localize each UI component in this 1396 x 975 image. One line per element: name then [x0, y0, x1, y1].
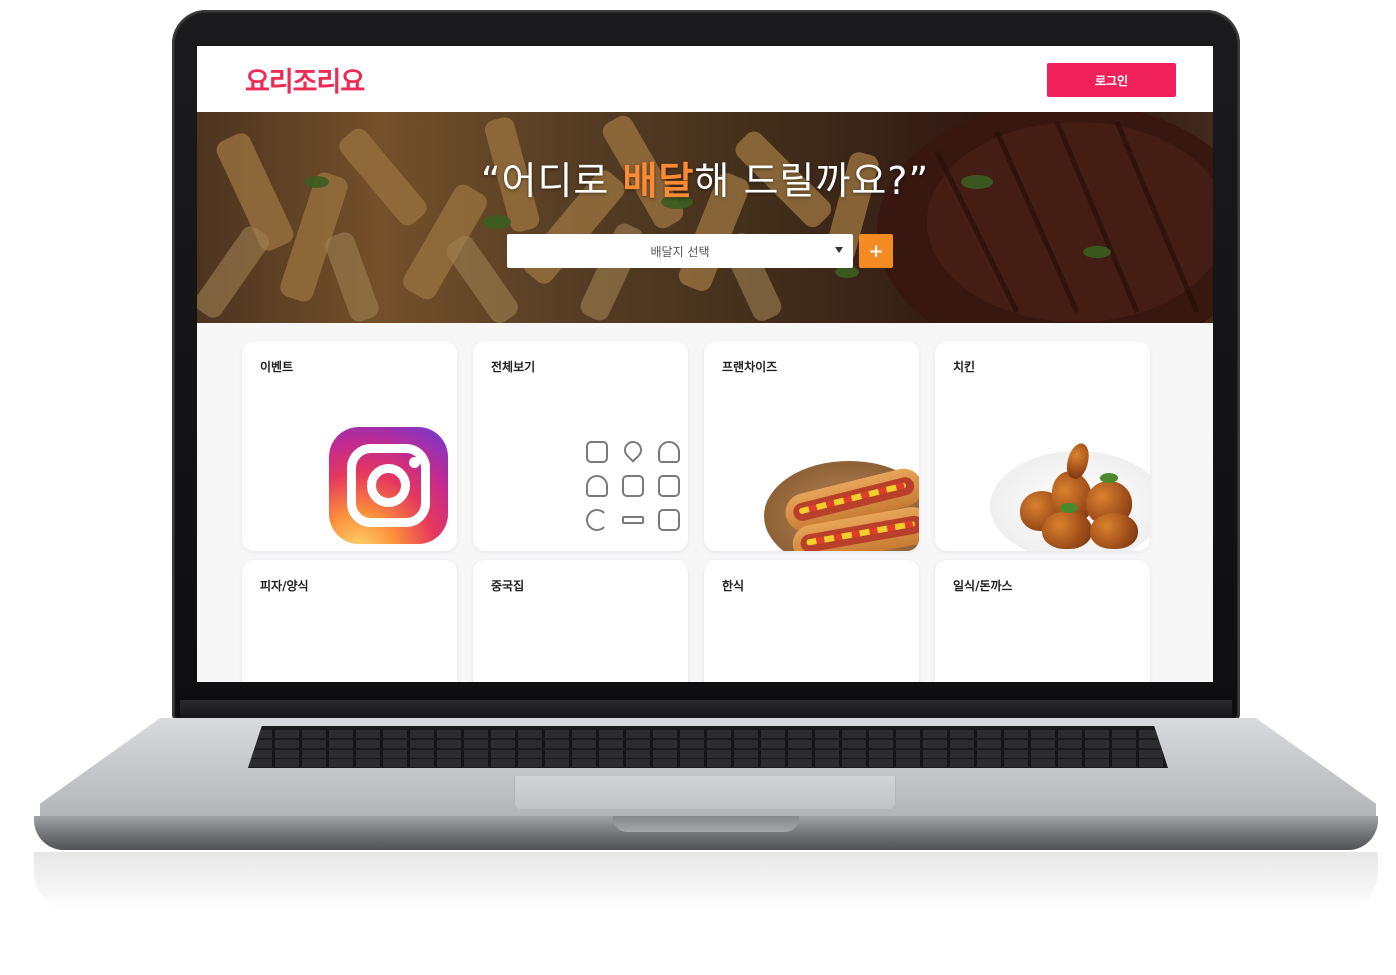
category-card-chicken[interactable]: 치킨	[935, 341, 1150, 551]
laptop-mockup: 요리조리요 로그인 “어디로 배달해 드릴까요?” 배달지 선택 + 이벤트 전…	[0, 0, 1396, 975]
bread-icon	[658, 475, 680, 497]
laptop-screen: 요리조리요 로그인 “어디로 배달해 드릴까요?” 배달지 선택 + 이벤트 전…	[197, 46, 1213, 682]
food-icon-grid	[579, 437, 687, 531]
category-label: 중국집	[491, 579, 525, 593]
laptop-notch	[613, 816, 799, 832]
category-label: 한식	[722, 579, 745, 593]
bowl-icon	[658, 441, 680, 463]
category-card-chinese[interactable]: 중국집	[473, 560, 688, 682]
site-header: 요리조리요 로그인	[197, 46, 1213, 112]
category-label: 피자/양식	[260, 579, 309, 593]
laptop-reflection	[34, 852, 1378, 912]
category-card-pizza[interactable]: 피자/양식	[242, 560, 457, 682]
dumpling-icon	[620, 437, 646, 463]
address-select[interactable]: 배달지 선택	[507, 234, 853, 268]
hero-banner: “어디로 배달해 드릴까요?” 배달지 선택 +	[197, 112, 1213, 323]
burger-icon	[658, 509, 680, 531]
login-button[interactable]: 로그인	[1047, 63, 1176, 97]
lunchbox-icon	[586, 441, 608, 463]
hotdog-image	[764, 461, 919, 551]
category-card-event[interactable]: 이벤트	[242, 341, 457, 551]
rice-icon	[586, 475, 608, 497]
address-select-label: 배달지 선택	[650, 244, 710, 259]
category-label: 일식/돈까스	[953, 579, 1013, 593]
caret-down-icon	[835, 247, 843, 253]
laptop-keyboard	[248, 726, 1168, 768]
category-card-japanese[interactable]: 일식/돈까스	[935, 560, 1150, 682]
address-search-button[interactable]: +	[859, 234, 893, 268]
laptop-trackpad	[514, 776, 896, 810]
category-card-franchise[interactable]: 프랜차이즈	[704, 341, 919, 551]
category-label: 전체보기	[491, 360, 536, 374]
chicken-image	[990, 441, 1150, 551]
instagram-icon	[329, 427, 448, 544]
moon-icon	[586, 509, 608, 531]
category-label: 치킨	[953, 360, 976, 374]
site-logo[interactable]: 요리조리요	[245, 60, 365, 99]
skewer-icon	[622, 516, 644, 524]
bento-icon	[622, 475, 644, 497]
hero-title: “어디로 배달해 드릴까요?”	[480, 159, 930, 203]
category-card-all[interactable]: 전체보기	[473, 341, 688, 551]
category-label: 프랜차이즈	[722, 360, 778, 374]
category-card-korean[interactable]: 한식	[704, 560, 919, 682]
hero-title-accent: 배달	[622, 159, 695, 203]
category-label: 이벤트	[260, 360, 294, 374]
